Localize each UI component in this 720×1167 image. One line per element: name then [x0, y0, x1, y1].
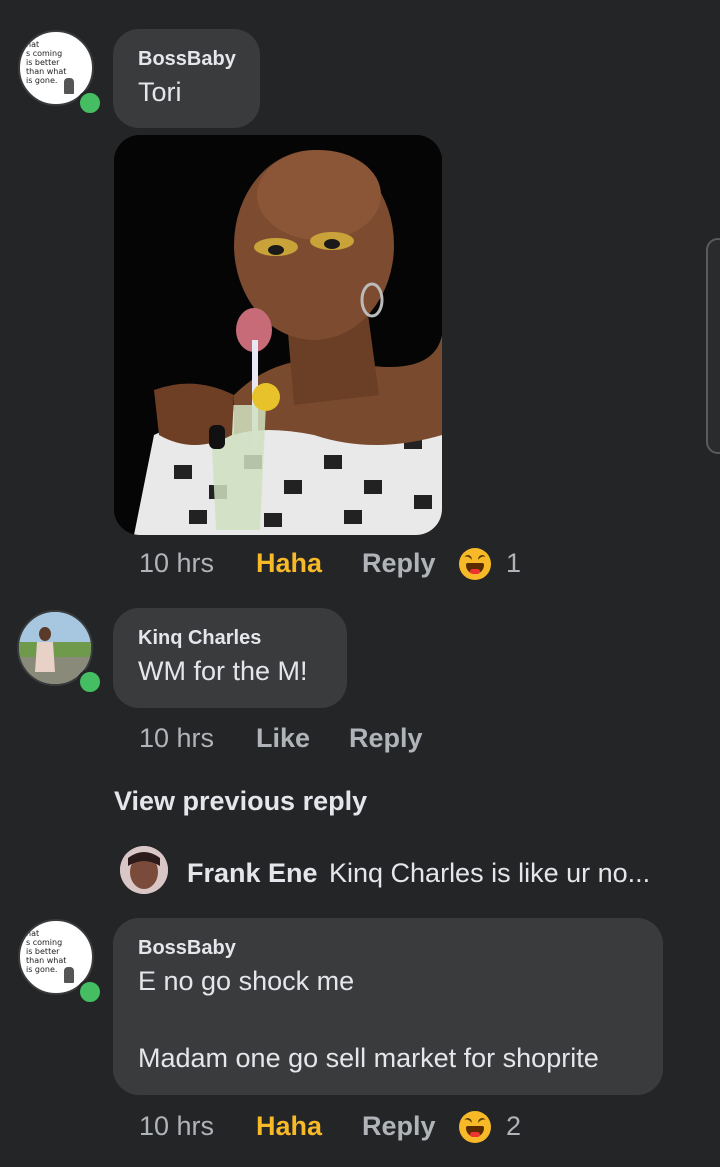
comment-time: 10 hrs	[139, 548, 215, 578]
comment-text: Tori	[138, 77, 182, 107]
haha-reaction-button[interactable]: Haha	[256, 1111, 322, 1142]
avatar-photo	[120, 846, 168, 894]
view-previous-reply-link[interactable]: View previous reply	[114, 786, 367, 817]
reaction-count[interactable]: 1	[506, 548, 521, 579]
scrollbar[interactable]	[706, 238, 720, 454]
like-button[interactable]: Like	[256, 723, 310, 754]
online-status-dot	[77, 90, 103, 116]
comment-text-line-1: E no go shock me	[138, 966, 355, 996]
avatar-figure	[64, 967, 74, 983]
comment-attached-image[interactable]	[114, 135, 442, 535]
comment-author[interactable]: BossBaby	[138, 48, 236, 71]
comment-bubble[interactable]	[113, 29, 260, 128]
reply-preview-author[interactable]: Frank Ene	[187, 858, 318, 889]
reply-preview-text: Kinq Charles is like ur no...	[329, 858, 651, 888]
haha-reaction-button[interactable]: Haha	[256, 548, 322, 579]
avatar[interactable]	[120, 846, 168, 894]
comment-author[interactable]: Kinq Charles	[138, 627, 261, 650]
laughing-emoji-icon[interactable]	[459, 1111, 491, 1143]
reply-button[interactable]: Reply	[362, 1111, 436, 1142]
reaction-count[interactable]: 2	[506, 1111, 521, 1142]
reply-button[interactable]: Reply	[349, 723, 423, 754]
comment-text: WM for the M!	[138, 656, 308, 686]
avatar-figure	[64, 78, 74, 94]
online-status-dot	[77, 669, 103, 695]
avatar-quote-text: hat s coming is better than what is gone…	[26, 929, 67, 974]
comment-time: 10 hrs	[139, 1111, 215, 1141]
comment-author[interactable]: BossBaby	[138, 937, 236, 960]
laughing-emoji-icon[interactable]	[459, 548, 491, 580]
reply-button[interactable]: Reply	[362, 548, 436, 579]
comment-time: 10 hrs	[139, 723, 215, 753]
comment-text-line-2: Madam one go sell market for shoprite	[138, 1043, 599, 1073]
online-status-dot	[77, 979, 103, 1005]
avatar-quote-text: hat s coming is better than what is gone…	[26, 40, 67, 85]
photo-illustration	[114, 135, 442, 535]
